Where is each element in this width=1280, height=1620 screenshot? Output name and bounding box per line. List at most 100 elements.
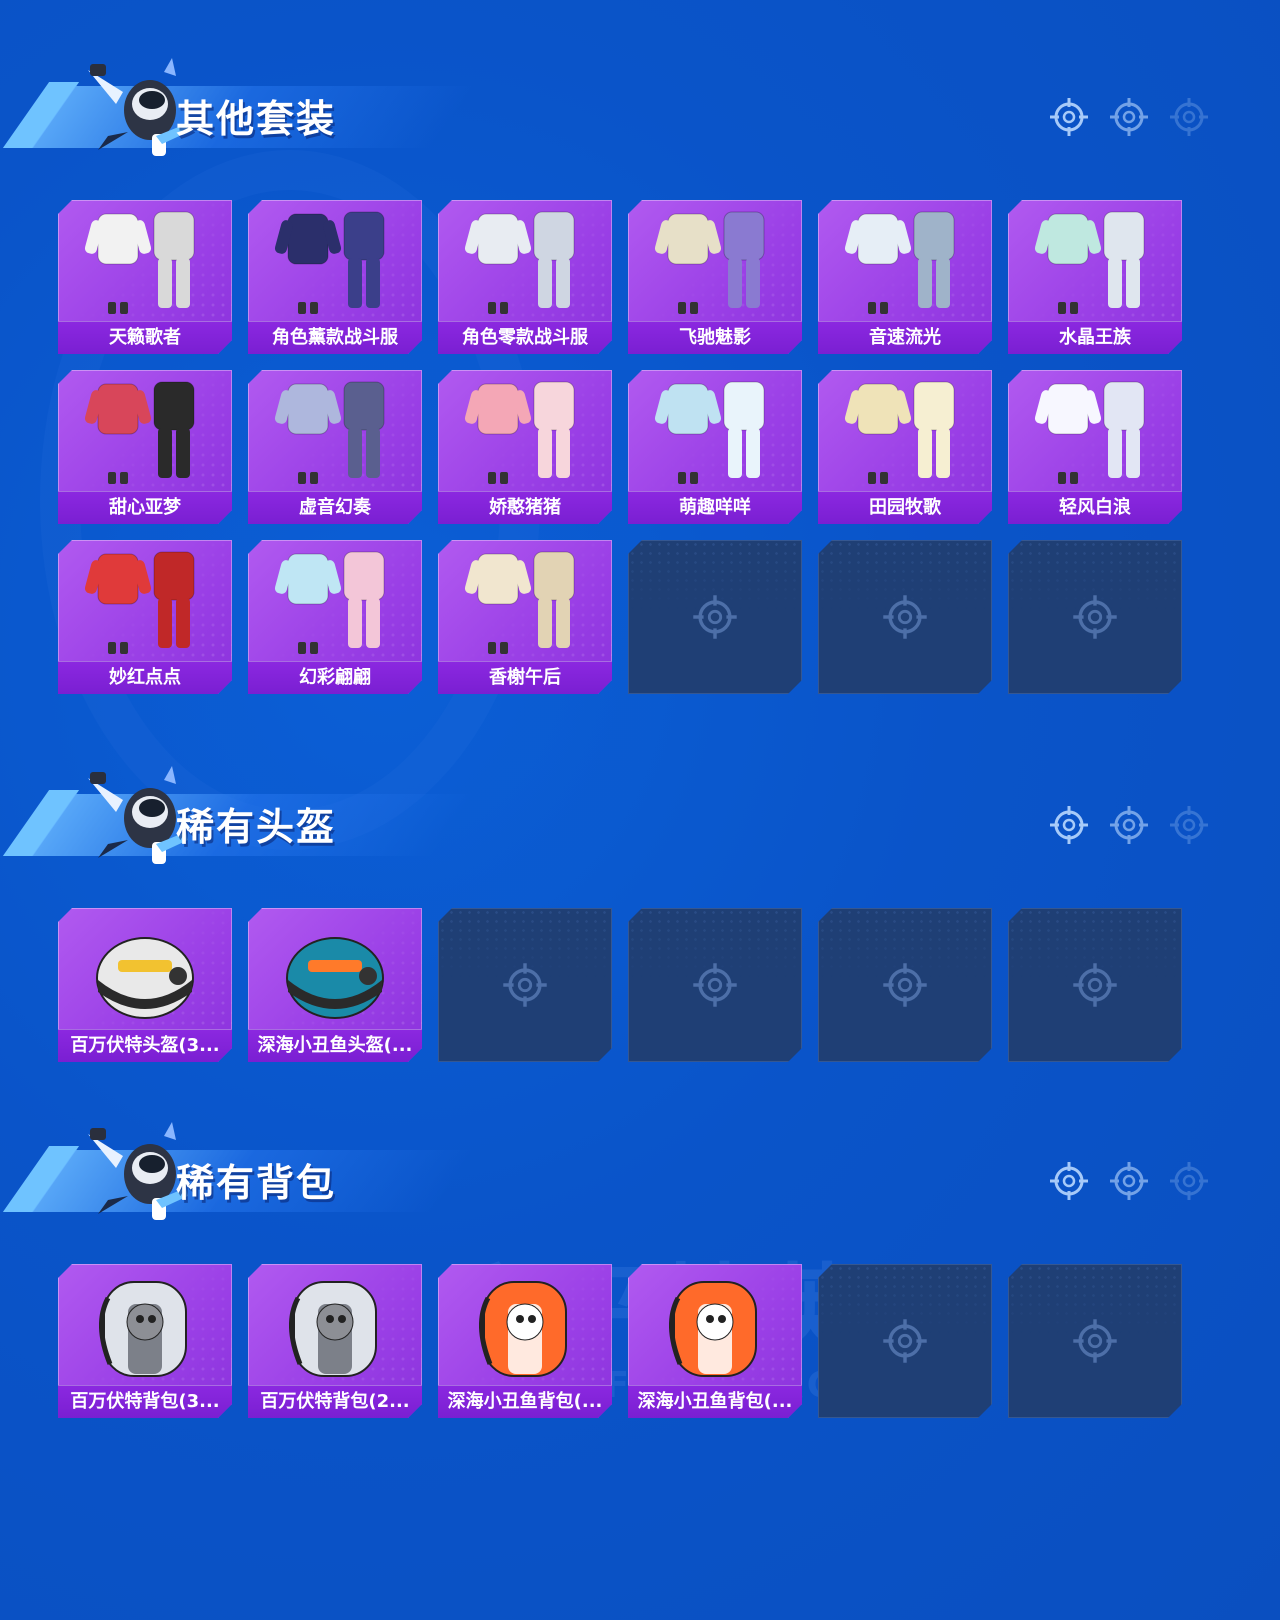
crosshair-icon xyxy=(1071,1317,1119,1365)
section-title: 其他套装 xyxy=(176,97,337,141)
item-card[interactable]: 音速流光 xyxy=(818,200,992,354)
crosshair-icon xyxy=(691,593,739,641)
item-card[interactable]: 天籁歌者 xyxy=(58,200,232,354)
item-image xyxy=(438,370,612,492)
item-card[interactable]: 轻风白浪 xyxy=(1008,370,1182,524)
item-name-label: 角色零款战斗服 xyxy=(438,321,612,354)
item-card[interactable]: 娇憨猪猪 xyxy=(438,370,612,524)
item-name-label: 虚音幻奏 xyxy=(248,491,422,524)
crosshair-icon xyxy=(1110,98,1148,136)
empty-slot xyxy=(1008,540,1182,694)
item-card[interactable]: 妙红点点 xyxy=(58,540,232,694)
empty-slot xyxy=(1008,908,1182,1062)
crosshair-icon xyxy=(1050,806,1088,844)
item-image xyxy=(58,370,232,492)
item-name-label: 天籁歌者 xyxy=(58,321,232,354)
item-image xyxy=(248,540,422,662)
item-card[interactable]: 幻彩翩翩 xyxy=(248,540,422,694)
crosshair-icon xyxy=(881,961,929,1009)
item-grid-other-suits: 天籁歌者 角色薰款战斗服 角色零款战斗服 飞驰魅影 音速流光 水晶王族 甜心亚梦… xyxy=(58,200,1182,694)
item-image xyxy=(248,370,422,492)
item-name-label: 飞驰魅影 xyxy=(628,321,802,354)
crosshair-icon xyxy=(1050,1162,1088,1200)
item-name-label: 角色薰款战斗服 xyxy=(248,321,422,354)
item-image xyxy=(1008,370,1182,492)
item-image xyxy=(248,200,422,322)
header-crosshair-icons xyxy=(1048,804,1210,846)
crosshair-icon xyxy=(1170,806,1208,844)
item-image xyxy=(818,370,992,492)
crosshair-icon xyxy=(881,593,929,641)
section-title: 稀有头盔 xyxy=(176,805,337,849)
item-card[interactable]: 甜心亚梦 xyxy=(58,370,232,524)
item-card[interactable]: 萌趣咩咩 xyxy=(628,370,802,524)
item-card[interactable]: 田园牧歌 xyxy=(818,370,992,524)
item-card[interactable]: 飞驰魅影 xyxy=(628,200,802,354)
item-name-label: 萌趣咩咩 xyxy=(628,491,802,524)
item-name-label: 妙红点点 xyxy=(58,661,232,694)
item-card[interactable]: 角色零款战斗服 xyxy=(438,200,612,354)
crosshair-icon xyxy=(1110,1162,1148,1200)
item-image xyxy=(248,908,422,1030)
item-name-label: 深海小丑鱼背包(... xyxy=(628,1385,802,1418)
item-image xyxy=(628,370,802,492)
item-image xyxy=(438,200,612,322)
item-name-label: 深海小丑鱼头盔(... xyxy=(248,1029,422,1062)
item-image xyxy=(58,540,232,662)
item-card[interactable]: 香榭午后 xyxy=(438,540,612,694)
crosshair-icon xyxy=(501,961,549,1009)
section-header-other-suits: 其他套装 xyxy=(2,52,1250,162)
item-card[interactable]: 百万伏特背包(3... xyxy=(58,1264,232,1418)
item-name-label: 音速流光 xyxy=(818,321,992,354)
crosshair-icon xyxy=(1170,1162,1208,1200)
item-image xyxy=(818,200,992,322)
item-card[interactable]: 虚音幻奏 xyxy=(248,370,422,524)
item-name-label: 百万伏特背包(2... xyxy=(248,1385,422,1418)
header-crosshair-icons xyxy=(1048,1160,1210,1202)
item-card[interactable]: 百万伏特头盔(3... xyxy=(58,908,232,1062)
item-image xyxy=(628,200,802,322)
item-image xyxy=(438,1264,612,1386)
crosshair-icon xyxy=(1050,98,1088,136)
item-image xyxy=(248,1264,422,1386)
empty-slot xyxy=(818,908,992,1062)
crosshair-icon xyxy=(691,961,739,1009)
header-crosshair-icons xyxy=(1048,96,1210,138)
item-name-label: 田园牧歌 xyxy=(818,491,992,524)
crosshair-icon xyxy=(1170,98,1208,136)
item-name-label: 百万伏特背包(3... xyxy=(58,1385,232,1418)
item-name-label: 甜心亚梦 xyxy=(58,491,232,524)
item-image xyxy=(628,1264,802,1386)
empty-slot xyxy=(1008,1264,1182,1418)
item-name-label: 轻风白浪 xyxy=(1008,491,1182,524)
item-card[interactable]: 深海小丑鱼背包(... xyxy=(628,1264,802,1418)
item-card[interactable]: 百万伏特背包(2... xyxy=(248,1264,422,1418)
empty-slot xyxy=(628,540,802,694)
item-image xyxy=(58,908,232,1030)
item-name-label: 幻彩翩翩 xyxy=(248,661,422,694)
section-header-rare-helmets: 稀有头盔 xyxy=(2,760,1250,870)
item-name-label: 香榭午后 xyxy=(438,661,612,694)
item-name-label: 娇憨猪猪 xyxy=(438,491,612,524)
crosshair-icon xyxy=(1071,593,1119,641)
item-card[interactable]: 深海小丑鱼头盔(... xyxy=(248,908,422,1062)
item-card[interactable]: 水晶王族 xyxy=(1008,200,1182,354)
item-grid-rare-backpacks: 百万伏特背包(3... 百万伏特背包(2... 深海小丑鱼背包(... 深海小丑… xyxy=(58,1264,1182,1418)
item-name-label: 深海小丑鱼背包(... xyxy=(438,1385,612,1418)
item-card[interactable]: 角色薰款战斗服 xyxy=(248,200,422,354)
item-name-label: 百万伏特头盔(3... xyxy=(58,1029,232,1062)
empty-slot xyxy=(818,540,992,694)
section-header-rare-backpacks: 稀有背包 xyxy=(2,1116,1250,1226)
crosshair-icon xyxy=(1071,961,1119,1009)
item-grid-rare-helmets: 百万伏特头盔(3... 深海小丑鱼头盔(... xyxy=(58,908,1182,1062)
crosshair-icon xyxy=(881,1317,929,1365)
empty-slot xyxy=(438,908,612,1062)
item-image xyxy=(438,540,612,662)
empty-slot xyxy=(628,908,802,1062)
item-image xyxy=(58,1264,232,1386)
item-name-label: 水晶王族 xyxy=(1008,321,1182,354)
crosshair-icon xyxy=(1110,806,1148,844)
item-image xyxy=(1008,200,1182,322)
item-card[interactable]: 深海小丑鱼背包(... xyxy=(438,1264,612,1418)
empty-slot xyxy=(818,1264,992,1418)
